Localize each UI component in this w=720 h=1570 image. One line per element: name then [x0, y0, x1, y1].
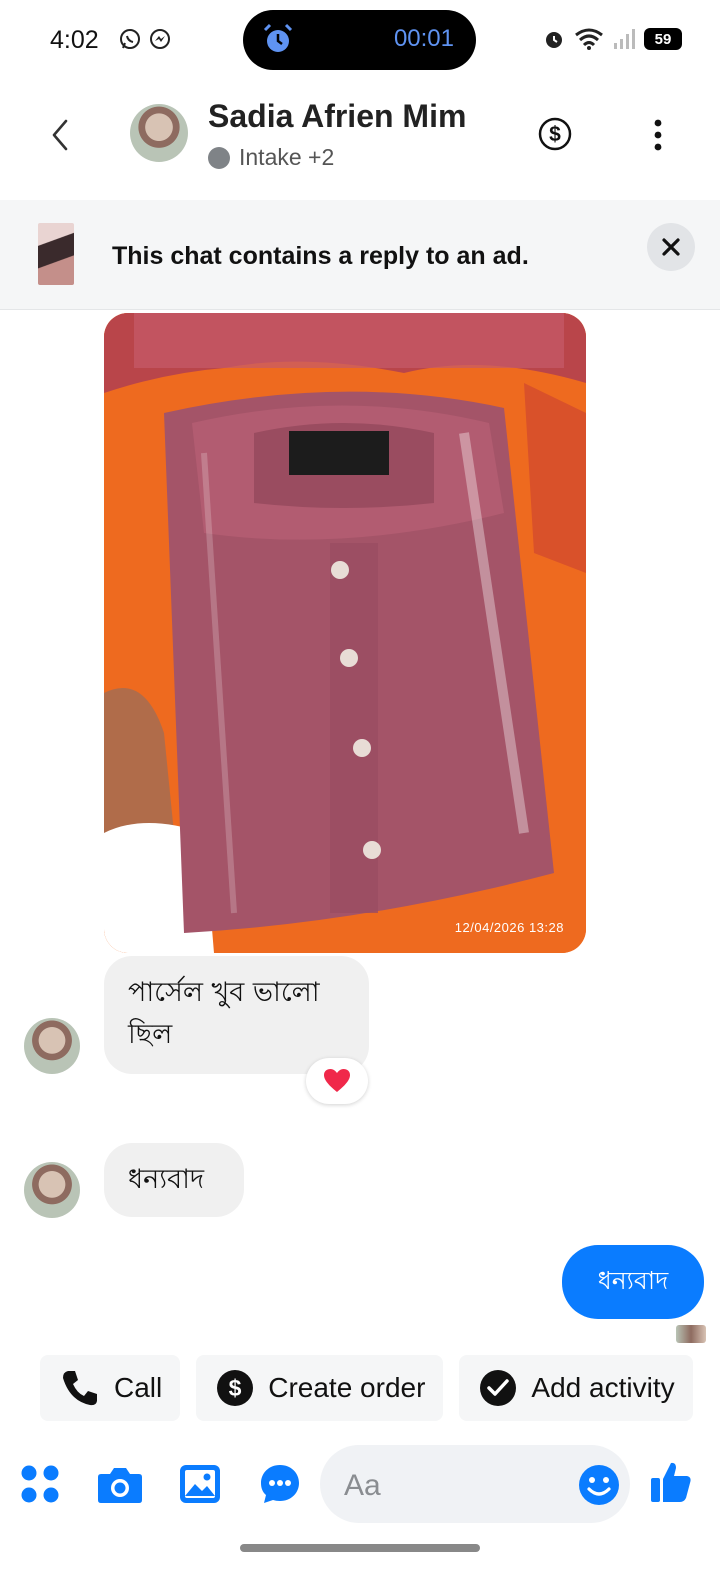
call-button[interactable]: Call	[40, 1355, 181, 1421]
outgoing-message[interactable]: ধন্যবাদ	[562, 1245, 704, 1319]
home-indicator	[240, 1544, 480, 1552]
payment-button[interactable]: $	[538, 117, 572, 151]
contact-avatar[interactable]	[130, 104, 188, 162]
message-reaction[interactable]	[306, 1058, 368, 1104]
incoming-message[interactable]: ধন্যবাদ	[104, 1143, 244, 1217]
close-banner-button[interactable]	[647, 223, 695, 271]
wifi-icon	[575, 28, 603, 50]
incoming-message[interactable]: পার্সেল খুব ভালো ছিল	[104, 956, 369, 1074]
call-label: Call	[114, 1372, 163, 1403]
message-text: ধন্যবাদ	[128, 1164, 205, 1195]
status-time: 4:02	[50, 26, 99, 54]
quick-actions-bar: Call $ Create order Add activity	[40, 1355, 693, 1421]
ad-reply-banner[interactable]: This chat contains a reply to an ad.	[0, 200, 720, 310]
svg-text:$: $	[549, 123, 561, 146]
label-dot-icon	[208, 146, 230, 169]
apps-grid-icon[interactable]	[20, 1464, 60, 1504]
chat-header: Sadia Afrien Mim Intake +2 $	[0, 90, 720, 185]
contact-label[interactable]: Intake +2	[208, 144, 334, 171]
contact-name[interactable]: Sadia Afrien Mim	[208, 98, 466, 135]
messenger-status-icon	[150, 29, 170, 49]
battery-icon: 59	[644, 28, 682, 50]
more-options-icon[interactable]	[646, 117, 670, 153]
shirt-photo	[104, 313, 586, 953]
camera-icon[interactable]	[97, 1464, 143, 1504]
close-icon	[662, 238, 680, 256]
whatsapp-icon	[120, 29, 140, 49]
check-circle-icon	[480, 1370, 517, 1406]
dynamic-island: 00:01	[243, 10, 476, 70]
chevron-left-icon	[52, 119, 68, 151]
phone-icon	[63, 1371, 97, 1406]
like-icon[interactable]	[650, 1460, 692, 1504]
system-icons: 59	[542, 27, 682, 51]
label-text: Intake +2	[239, 144, 335, 170]
svg-text:$: $	[229, 1375, 242, 1401]
seen-avatar	[676, 1325, 706, 1343]
gallery-icon[interactable]	[179, 1464, 221, 1504]
signal-icon	[614, 29, 635, 49]
notification-icons	[118, 27, 172, 51]
photo-timestamp: 12/04/2026 13:28	[454, 920, 564, 935]
status-bar: 4:02 00:01 59	[0, 0, 720, 80]
add-activity-label: Add activity	[531, 1372, 675, 1403]
message-text: ধন্যবাদ	[597, 1265, 669, 1295]
ad-thumbnail	[38, 223, 74, 285]
timer-text: 00:01	[393, 25, 454, 52]
emoji-icon[interactable]	[578, 1464, 620, 1506]
create-order-label: Create order	[268, 1372, 426, 1403]
create-order-button[interactable]: $ Create order	[196, 1355, 444, 1421]
heart-icon	[324, 1069, 350, 1092]
message-composer: Aa	[0, 1440, 720, 1535]
ad-banner-text: This chat contains a reply to an ad.	[112, 242, 529, 270]
chat-bubble-icon[interactable]	[259, 1463, 301, 1505]
dollar-icon: $	[217, 1370, 254, 1406]
back-button[interactable]	[40, 115, 80, 155]
add-activity-button[interactable]: Add activity	[459, 1355, 693, 1421]
alarm-icon	[263, 23, 293, 52]
image-message[interactable]: 12/04/2026 13:28	[104, 313, 586, 953]
sender-avatar[interactable]	[24, 1162, 80, 1218]
alarm-status-icon	[546, 32, 562, 48]
sender-avatar[interactable]	[24, 1018, 80, 1074]
message-text: পার্সেল খুব ভালো ছিল	[128, 977, 320, 1050]
input-placeholder: Aa	[344, 1469, 381, 1502]
